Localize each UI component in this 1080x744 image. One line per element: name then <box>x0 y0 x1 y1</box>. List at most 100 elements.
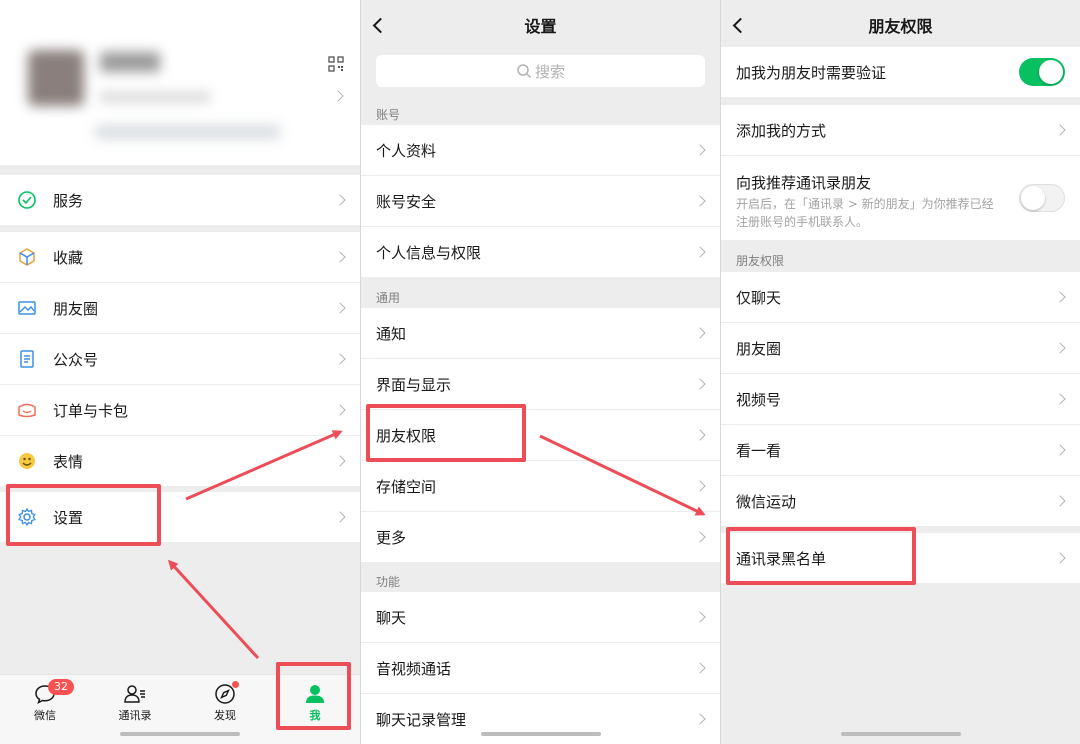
setting-top-stories[interactable]: 看一看 <box>721 425 1080 475</box>
item-label: 账号安全 <box>376 192 437 211</box>
chevron-right-icon <box>694 611 706 623</box>
recommend-contacts-toggle[interactable] <box>1019 184 1065 212</box>
item-label: 个人资料 <box>376 141 437 160</box>
qr-code-icon[interactable] <box>328 56 344 72</box>
settings-item-personal-info[interactable]: 个人信息与权限 <box>361 227 720 277</box>
item-label: 界面与显示 <box>376 375 452 394</box>
verification-toggle[interactable] <box>1019 58 1065 86</box>
section-label-features: 功能 <box>376 575 401 589</box>
settings-page: 设置 搜索 账号 个人资料 账号安全 个人信息与权限 通用 通知 界面与显示 朋… <box>360 0 720 744</box>
item-label: 更多 <box>376 528 407 547</box>
chevron-right-icon <box>694 480 706 492</box>
wechat-id-blurred <box>100 92 210 102</box>
home-indicator <box>840 732 961 736</box>
settings-item-display[interactable]: 界面与显示 <box>361 359 720 409</box>
compass-icon <box>190 681 260 707</box>
new-dot-badge <box>232 681 239 688</box>
avatar <box>28 50 84 106</box>
item-label: 存储空间 <box>376 477 437 496</box>
chevron-right-icon <box>334 455 346 467</box>
item-label: 添加我的方式 <box>736 121 827 140</box>
chevron-right-icon <box>694 378 706 390</box>
menu-label: 表情 <box>53 452 84 471</box>
chevron-right-icon <box>334 251 346 263</box>
tab-contacts[interactable]: 通讯录 <box>100 681 170 723</box>
tab-label: 通讯录 <box>118 709 152 722</box>
item-label: 通知 <box>376 324 407 343</box>
favorites-icon <box>17 247 37 267</box>
wallet-icon <box>17 400 37 420</box>
chevron-right-icon <box>1054 342 1066 354</box>
menu-item-official-accounts[interactable]: 公众号 <box>0 334 360 384</box>
settings-item-more[interactable]: 更多 <box>361 512 720 562</box>
item-label: 加我为朋友时需要验证 <box>736 63 887 82</box>
search-icon <box>517 64 532 79</box>
setting-moments[interactable]: 朋友圈 <box>721 323 1080 373</box>
tab-label: 发现 <box>214 709 236 722</box>
chevron-right-icon <box>1054 291 1066 303</box>
tab-discover[interactable]: 发现 <box>190 681 260 723</box>
page-title: 朋友权限 <box>868 17 933 36</box>
setting-chat-only[interactable]: 仅聊天 <box>721 272 1080 322</box>
menu-label: 公众号 <box>53 350 99 369</box>
item-label: 朋友圈 <box>736 339 782 358</box>
search-input[interactable]: 搜索 <box>376 55 705 87</box>
settings-item-storage[interactable]: 存储空间 <box>361 461 720 511</box>
setting-recommend-contacts: 向我推荐通讯录朋友 开启后，在「通讯录 > 新的朋友」为你推荐已经注册账号的手机… <box>721 156 1080 240</box>
menu-item-moments[interactable]: 朋友圈 <box>0 283 360 333</box>
menu-label: 订单与卡包 <box>53 401 129 420</box>
friend-permissions-page: 朋友权限 加我为朋友时需要验证 添加我的方式 向我推荐通讯录朋友 开启后，在「通… <box>720 0 1080 744</box>
settings-item-profile[interactable]: 个人资料 <box>361 125 720 175</box>
item-label: 聊天 <box>376 608 407 627</box>
menu-item-stickers[interactable]: 表情 <box>0 436 360 486</box>
chevron-right-icon <box>334 194 346 206</box>
services-icon <box>17 190 37 210</box>
highlight-me-tab <box>276 662 351 730</box>
search-placeholder: 搜索 <box>534 62 565 81</box>
chevron-right-icon <box>694 144 706 156</box>
chevron-right-icon <box>694 531 706 543</box>
emoji-icon <box>17 451 37 471</box>
section-label-friend-permissions: 朋友权限 <box>736 254 785 268</box>
menu-item-favorites[interactable]: 收藏 <box>0 232 360 282</box>
contacts-icon <box>100 681 170 707</box>
settings-item-chat[interactable]: 聊天 <box>361 592 720 642</box>
me-page: 服务 收藏 朋友圈 公众号 订单与卡包 表情 设置 32 微信 通讯录 发现 我 <box>0 0 360 744</box>
chevron-right-icon <box>334 404 346 416</box>
chevron-right-icon <box>1054 393 1066 405</box>
chevron-right-icon <box>694 713 706 725</box>
menu-item-orders[interactable]: 订单与卡包 <box>0 385 360 435</box>
settings-item-chat-history[interactable]: 聊天记录管理 <box>361 694 720 744</box>
setting-channels[interactable]: 视频号 <box>721 374 1080 424</box>
chevron-right-icon <box>334 511 346 523</box>
item-label: 音视频通话 <box>376 659 452 678</box>
toggle-knob <box>1021 186 1045 210</box>
highlight-settings <box>6 484 161 546</box>
item-label: 个人信息与权限 <box>376 243 482 262</box>
chevron-right-icon <box>694 195 706 207</box>
setting-werun[interactable]: 微信运动 <box>721 476 1080 526</box>
item-label: 视频号 <box>736 390 782 409</box>
item-description: 开启后，在「通讯录 > 新的朋友」为你推荐已经注册账号的手机联系人。 <box>736 197 994 229</box>
profile-chevron-icon <box>332 90 344 102</box>
menu-item-services[interactable]: 服务 <box>0 175 360 225</box>
setting-add-methods[interactable]: 添加我的方式 <box>721 105 1080 155</box>
item-label: 看一看 <box>736 441 782 460</box>
section-label-account: 账号 <box>376 108 401 122</box>
chevron-right-icon <box>1054 124 1066 136</box>
menu-label: 收藏 <box>53 248 84 267</box>
nickname-blurred <box>100 52 160 72</box>
chevron-right-icon <box>334 302 346 314</box>
item-label: 微信运动 <box>736 492 797 511</box>
chevron-right-icon <box>1054 495 1066 507</box>
chevron-right-icon <box>694 662 706 674</box>
item-label: 聊天记录管理 <box>376 710 467 729</box>
home-indicator <box>480 732 601 736</box>
settings-item-notifications[interactable]: 通知 <box>361 308 720 358</box>
profile-header[interactable] <box>0 0 360 165</box>
settings-item-calls[interactable]: 音视频通话 <box>361 643 720 693</box>
settings-item-account-security[interactable]: 账号安全 <box>361 176 720 226</box>
highlight-friend-permissions <box>366 404 526 462</box>
chevron-right-icon <box>694 327 706 339</box>
tab-chats[interactable]: 32 微信 <box>10 679 80 723</box>
